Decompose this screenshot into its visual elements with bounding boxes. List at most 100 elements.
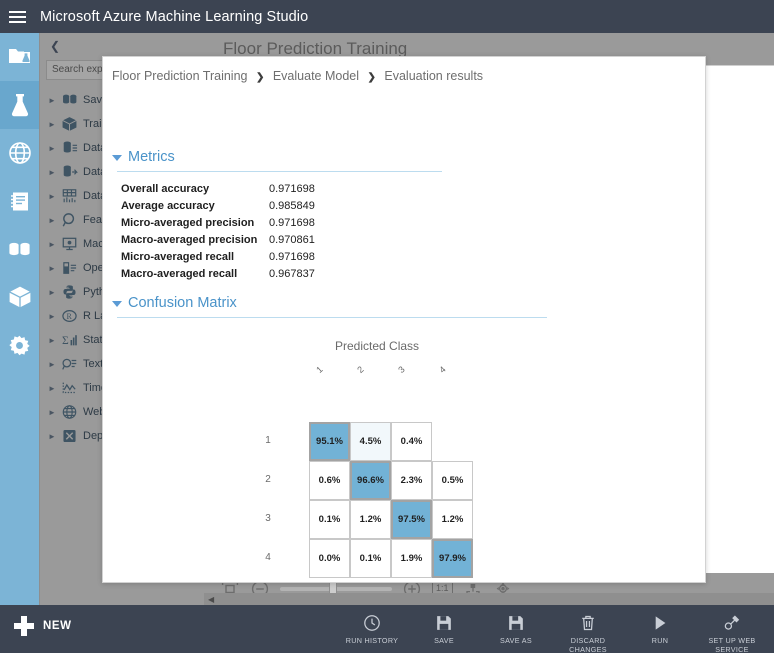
left-icon-rail bbox=[0, 33, 39, 605]
matrix-cell: 0.6% bbox=[309, 461, 350, 500]
rail-item-projects[interactable] bbox=[0, 33, 39, 81]
rail-item-trained-models[interactable] bbox=[0, 273, 39, 321]
metric-row: Micro-averaged precision 0.971698 bbox=[121, 214, 315, 231]
floppy-icon bbox=[507, 614, 525, 632]
metric-value: 0.970861 bbox=[269, 233, 315, 246]
projects-folder-icon bbox=[8, 46, 32, 68]
expand-arrow-icon[interactable]: ► bbox=[48, 432, 56, 441]
app-title: Microsoft Azure Machine Learning Studio bbox=[40, 8, 309, 25]
expand-arrow-icon[interactable]: ► bbox=[48, 192, 56, 201]
expand-arrow-icon[interactable]: ► bbox=[48, 168, 56, 177]
matrix-cell: 1.9% bbox=[391, 539, 432, 578]
command-label: SET UP WEB SERVICE bbox=[708, 636, 756, 653]
metric-name: Micro-averaged recall bbox=[121, 250, 235, 263]
breadcrumb-item-experiment[interactable]: Floor Prediction Training bbox=[112, 69, 247, 83]
row-tick: 4 bbox=[265, 552, 271, 563]
discard-changes-button[interactable]: DISCARD CHANGES bbox=[552, 608, 624, 653]
collapse-triangle-icon[interactable] bbox=[112, 301, 122, 307]
expand-arrow-icon[interactable]: ► bbox=[48, 264, 56, 273]
scroll-left-arrow-icon[interactable]: ◀ bbox=[208, 595, 214, 604]
expand-arrow-icon[interactable]: ► bbox=[48, 360, 56, 369]
wrench-icon bbox=[723, 614, 741, 632]
new-button[interactable]: NEW bbox=[14, 616, 72, 636]
confusion-matrix-section-title: Confusion Matrix bbox=[128, 295, 237, 311]
evaluation-results-dialog: Floor Prediction Training ❯ Evaluate Mod… bbox=[102, 56, 706, 583]
metric-value: 0.971698 bbox=[269, 182, 315, 195]
row-tick: 1 bbox=[265, 435, 271, 446]
metric-name: Macro-averaged precision bbox=[121, 233, 258, 246]
zoom-slider[interactable] bbox=[280, 581, 392, 597]
opencv-icon bbox=[61, 260, 78, 277]
web-service-icon bbox=[61, 404, 78, 421]
expand-arrow-icon[interactable]: ► bbox=[48, 312, 56, 321]
confusion-matrix-section-header[interactable]: Confusion Matrix bbox=[112, 295, 237, 311]
data-input-icon bbox=[61, 140, 78, 157]
metric-name: Average accuracy bbox=[121, 199, 215, 212]
flask-icon bbox=[8, 92, 32, 118]
horizontal-scrollbar[interactable]: ◀ bbox=[204, 593, 774, 605]
expand-arrow-icon[interactable]: ► bbox=[48, 288, 56, 297]
rail-item-web-services[interactable] bbox=[0, 129, 39, 177]
setup-web-service-button[interactable]: SET UP WEB SERVICE bbox=[696, 608, 768, 653]
breadcrumb: Floor Prediction Training ❯ Evaluate Mod… bbox=[112, 69, 483, 83]
expand-arrow-icon[interactable]: ► bbox=[48, 144, 56, 153]
expand-arrow-icon[interactable]: ► bbox=[48, 240, 56, 249]
data-format-icon bbox=[61, 164, 78, 181]
expand-arrow-icon[interactable]: ► bbox=[48, 384, 56, 393]
matrix-cell: 0.1% bbox=[350, 539, 391, 578]
run-button[interactable]: RUN bbox=[624, 608, 696, 645]
predicted-class-axis-label: Predicted Class bbox=[335, 339, 420, 353]
data-transformation-icon bbox=[61, 188, 78, 205]
rail-item-notebooks[interactable] bbox=[0, 177, 39, 225]
matrix-cell: 1.2% bbox=[350, 500, 391, 539]
matrix-cell: 4.5% bbox=[350, 422, 391, 461]
expand-arrow-icon[interactable]: ► bbox=[48, 96, 56, 105]
rail-item-settings[interactable] bbox=[0, 321, 39, 369]
bottom-command-bar: NEW RUN HISTORY SAVE SAVE AS DISCARD CHA… bbox=[0, 605, 774, 653]
row-tick: 3 bbox=[265, 513, 271, 524]
command-label: RUN bbox=[651, 636, 669, 645]
new-button-label: NEW bbox=[43, 620, 72, 632]
metrics-section-header[interactable]: Metrics bbox=[112, 149, 175, 165]
command-label: RUN HISTORY bbox=[345, 636, 399, 645]
azure-ml-studio-app: Microsoft Azure Machine Learning Studio bbox=[0, 0, 774, 653]
expand-arrow-icon[interactable]: ► bbox=[48, 120, 56, 129]
rail-item-experiments[interactable] bbox=[0, 81, 39, 129]
metric-name: Overall accuracy bbox=[121, 182, 210, 195]
chevron-left-icon[interactable]: ❮ bbox=[46, 37, 64, 55]
expand-arrow-icon[interactable]: ► bbox=[48, 216, 56, 225]
command-label: SAVE bbox=[434, 636, 454, 645]
collapse-triangle-icon[interactable] bbox=[112, 155, 122, 161]
top-bar: Microsoft Azure Machine Learning Studio bbox=[0, 0, 774, 33]
matrix-cell: 1.2% bbox=[432, 500, 473, 539]
metric-row: Overall accuracy 0.971698 bbox=[121, 180, 315, 197]
machine-learning-icon bbox=[61, 236, 78, 253]
breadcrumb-item-current: Evaluation results bbox=[384, 69, 484, 83]
matrix-cell: 95.1% bbox=[309, 422, 350, 461]
rail-item-datasets[interactable] bbox=[0, 225, 39, 273]
metric-name: Micro-averaged precision bbox=[121, 216, 255, 229]
metric-row: Micro-averaged recall 0.971698 bbox=[121, 248, 315, 265]
breadcrumb-separator-icon: ❯ bbox=[367, 72, 376, 83]
trash-icon bbox=[579, 614, 597, 632]
col-tick: 4 bbox=[437, 364, 448, 375]
metric-value: 0.971698 bbox=[269, 250, 315, 263]
col-tick: 3 bbox=[396, 364, 407, 375]
play-icon bbox=[651, 614, 669, 632]
metric-value: 0.967837 bbox=[269, 267, 315, 280]
col-tick: 2 bbox=[355, 364, 366, 375]
breadcrumb-separator-icon: ❯ bbox=[255, 72, 265, 83]
matrix-cell: 97.9% bbox=[432, 539, 473, 578]
command-label: SAVE AS bbox=[500, 636, 532, 645]
expand-arrow-icon[interactable]: ► bbox=[48, 408, 56, 417]
expand-arrow-icon[interactable]: ► bbox=[48, 336, 56, 345]
python-icon bbox=[61, 284, 78, 301]
matrix-cell: 96.6% bbox=[350, 461, 391, 500]
save-button[interactable]: SAVE bbox=[408, 608, 480, 645]
hamburger-icon[interactable] bbox=[0, 0, 34, 33]
matrix-cell: 97.5% bbox=[391, 500, 432, 539]
save-as-button[interactable]: SAVE AS bbox=[480, 608, 552, 645]
command-buttons: RUN HISTORY SAVE SAVE AS DISCARD CHANGES… bbox=[336, 608, 768, 653]
breadcrumb-item-module[interactable]: Evaluate Model bbox=[273, 69, 359, 83]
run-history-button[interactable]: RUN HISTORY bbox=[336, 608, 408, 645]
